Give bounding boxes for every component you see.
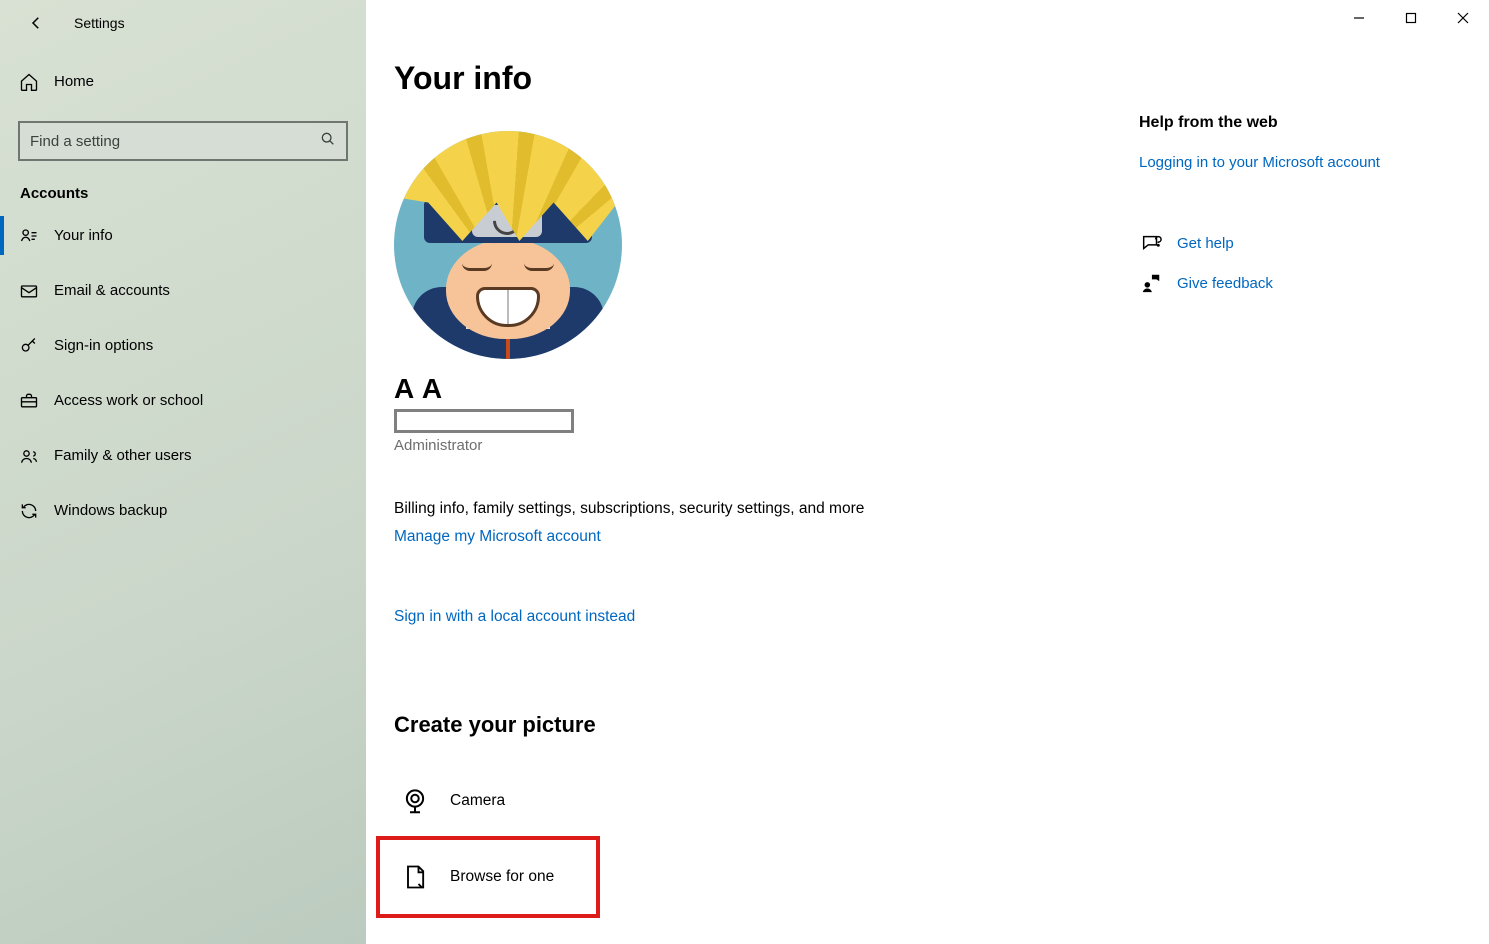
window-chrome — [1333, 0, 1489, 36]
nav-label: Sign-in options — [54, 337, 153, 354]
file-icon — [398, 860, 432, 894]
feedback-icon — [1139, 271, 1163, 295]
close-button[interactable] — [1437, 0, 1489, 36]
page-title: Your info — [394, 60, 1046, 97]
camera-icon — [398, 784, 432, 818]
nav-section-label: Accounts — [0, 161, 366, 208]
billing-description: Billing info, family settings, subscript… — [394, 500, 1046, 518]
nav-item-windows-backup[interactable]: Windows backup — [0, 483, 366, 538]
nav-label: Access work or school — [54, 392, 203, 409]
nav-item-family-users[interactable]: Family & other users — [0, 428, 366, 483]
local-account-link[interactable]: Sign in with a local account instead — [394, 608, 635, 626]
nav-item-email-accounts[interactable]: Email & accounts — [0, 263, 366, 318]
get-help-link[interactable]: Get help — [1139, 231, 1449, 255]
camera-option[interactable]: Camera — [394, 766, 1046, 836]
nav-home[interactable]: Home — [0, 54, 366, 109]
feedback-label: Give feedback — [1177, 275, 1273, 292]
get-help-label: Get help — [1177, 235, 1234, 252]
camera-label: Camera — [450, 792, 505, 810]
browse-label: Browse for one — [450, 868, 554, 886]
search-icon — [320, 131, 336, 152]
minimize-button[interactable] — [1333, 0, 1385, 36]
briefcase-icon — [18, 390, 40, 412]
help-pane: Help from the web Logging in to your Mic… — [1139, 114, 1449, 311]
nav-label: Email & accounts — [54, 282, 170, 299]
help-link-login[interactable]: Logging in to your Microsoft account — [1139, 154, 1449, 171]
user-name: A A — [394, 373, 1046, 405]
back-button[interactable] — [16, 3, 56, 43]
nav-item-signin-options[interactable]: Sign-in options — [0, 318, 366, 373]
search-input[interactable] — [30, 133, 290, 150]
people-icon — [18, 445, 40, 467]
nav-label: Windows backup — [54, 502, 167, 519]
give-feedback-link[interactable]: Give feedback — [1139, 271, 1449, 295]
nav-pane: Settings Home Accounts Your info — [0, 0, 366, 944]
chat-help-icon — [1139, 231, 1163, 255]
redacted-field — [394, 409, 574, 433]
user-role: Administrator — [394, 437, 1046, 454]
nav-item-your-info[interactable]: Your info — [0, 208, 366, 263]
key-icon — [18, 335, 40, 357]
person-card-icon — [18, 225, 40, 247]
mail-icon — [18, 280, 40, 302]
manage-account-link[interactable]: Manage my Microsoft account — [394, 528, 601, 546]
main-pane: Your info A A Administrator Billing info… — [366, 0, 1489, 944]
window-title: Settings — [74, 15, 125, 31]
nav-label: Family & other users — [54, 447, 192, 464]
nav-item-access-work-school[interactable]: Access work or school — [0, 373, 366, 428]
create-picture-heading: Create your picture — [394, 712, 1046, 738]
home-icon — [18, 71, 40, 93]
search-box[interactable] — [18, 121, 348, 161]
browse-option[interactable]: Browse for one — [398, 842, 596, 912]
highlight-box: Browse for one — [376, 836, 600, 918]
maximize-button[interactable] — [1385, 0, 1437, 36]
help-title: Help from the web — [1139, 114, 1449, 132]
sync-icon — [18, 500, 40, 522]
nav-label: Your info — [54, 227, 113, 244]
nav-home-label: Home — [54, 73, 94, 90]
profile-avatar — [394, 131, 622, 359]
